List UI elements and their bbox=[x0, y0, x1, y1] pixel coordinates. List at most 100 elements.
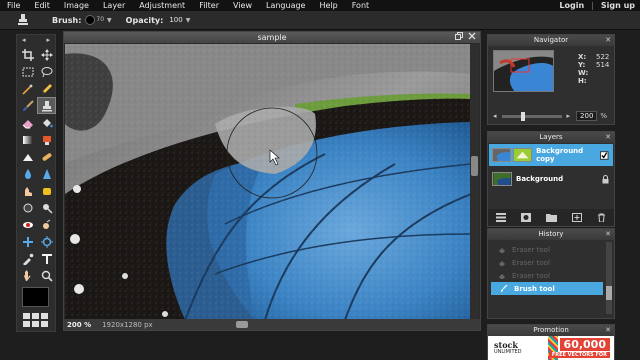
pinch-tool[interactable] bbox=[18, 233, 37, 250]
menu-layer[interactable]: Layer bbox=[96, 0, 132, 11]
delete-layer-icon[interactable] bbox=[597, 213, 606, 222]
foreground-color-swatch[interactable] bbox=[22, 287, 49, 307]
brush-history-icon bbox=[501, 285, 508, 292]
hand-icon bbox=[23, 269, 30, 281]
view-mode-grid-icon[interactable] bbox=[23, 313, 48, 327]
red-eye-tool[interactable] bbox=[18, 216, 37, 233]
zoom-in-tool[interactable] bbox=[37, 233, 56, 250]
h-label: H: bbox=[578, 77, 587, 85]
sharpen-tool[interactable] bbox=[37, 165, 56, 182]
marquee-tool[interactable] bbox=[18, 63, 37, 80]
close-document-icon[interactable] bbox=[468, 32, 476, 40]
crop-tool[interactable] bbox=[18, 46, 37, 63]
spot-heal-tool[interactable] bbox=[37, 148, 56, 165]
eraser-tool[interactable] bbox=[18, 114, 37, 131]
magic-wand-icon bbox=[21, 83, 33, 95]
signup-link[interactable]: Sign up bbox=[596, 1, 640, 10]
pencil-tool[interactable] bbox=[37, 80, 56, 97]
canvas-horizontal-scrollbar[interactable] bbox=[174, 321, 470, 328]
menu-view[interactable]: View bbox=[226, 0, 259, 11]
navigator-title: Navigator bbox=[533, 36, 569, 44]
dodge-tool[interactable] bbox=[37, 199, 56, 216]
color-replace-tool[interactable] bbox=[37, 131, 56, 148]
layer-visibility-checkbox[interactable] bbox=[600, 150, 609, 160]
document-title: sample bbox=[257, 33, 287, 42]
menu-font[interactable]: Font bbox=[345, 0, 376, 11]
bucket-tool[interactable] bbox=[37, 114, 56, 131]
y-value: 514 bbox=[596, 61, 610, 69]
brush-dropdown-icon[interactable]: ▼ bbox=[107, 17, 112, 24]
menu-language[interactable]: Language bbox=[259, 0, 312, 11]
brush-preview[interactable] bbox=[85, 15, 96, 25]
promotion-banner[interactable]: stock UNLIMITED 60,000 FREE VECTORS FOR bbox=[488, 336, 614, 360]
move-tool[interactable] bbox=[37, 46, 56, 63]
document-titlebar[interactable]: sample bbox=[64, 32, 480, 43]
zoom-slider[interactable] bbox=[501, 111, 562, 121]
brush-label: Brush: bbox=[52, 15, 82, 25]
menu-adjustment[interactable]: Adjustment bbox=[132, 0, 192, 11]
lasso-tool[interactable] bbox=[37, 63, 56, 80]
gradient-icon bbox=[22, 135, 33, 144]
sponge-tool[interactable] bbox=[37, 182, 56, 199]
layer-row[interactable]: Background copy bbox=[489, 144, 613, 166]
toolbox-collapse-right-icon[interactable]: ▸ bbox=[46, 35, 50, 45]
bloat-icon bbox=[42, 219, 50, 229]
zoom-slider-knob[interactable] bbox=[521, 111, 526, 121]
zoom-in-icon[interactable]: ▸ bbox=[567, 112, 571, 120]
smudge-tool[interactable] bbox=[18, 182, 37, 199]
layer-settings-icon[interactable] bbox=[495, 213, 506, 222]
document-zoom-readout[interactable]: 200 % bbox=[64, 321, 94, 329]
zoom-tool[interactable] bbox=[37, 267, 56, 284]
restore-window-icon[interactable] bbox=[455, 32, 463, 40]
wand-tool[interactable] bbox=[18, 80, 37, 97]
layer-mask-icon[interactable] bbox=[520, 213, 531, 222]
opacity-dropdown-icon[interactable]: ▼ bbox=[186, 17, 191, 24]
butterfly-wing-image[interactable] bbox=[65, 44, 471, 320]
text-tool[interactable] bbox=[37, 250, 56, 267]
w-label: W: bbox=[578, 69, 589, 77]
clone-stamp-tool[interactable] bbox=[37, 97, 56, 114]
drawing-tool[interactable] bbox=[18, 148, 37, 165]
close-promotion-icon[interactable]: ✕ bbox=[605, 325, 611, 336]
history-item[interactable]: Eraser tool bbox=[489, 269, 603, 282]
image-canvas[interactable] bbox=[65, 44, 471, 320]
brush-tool[interactable] bbox=[18, 97, 37, 114]
history-item[interactable]: Eraser tool bbox=[489, 256, 603, 269]
layer-row[interactable]: Background bbox=[489, 168, 613, 190]
pinch-cross-icon bbox=[22, 236, 33, 247]
navigator-zoom-input[interactable]: 200 bbox=[576, 111, 598, 121]
new-layer-icon[interactable] bbox=[572, 213, 583, 222]
bloat-tool[interactable] bbox=[37, 216, 56, 233]
menu-file[interactable]: File bbox=[0, 0, 27, 11]
burn-tool[interactable] bbox=[18, 199, 37, 216]
history-item-active[interactable]: Brush tool bbox=[491, 282, 603, 295]
menu-image[interactable]: Image bbox=[57, 0, 96, 11]
y-label: Y: bbox=[578, 61, 586, 69]
vertical-scroll-thumb[interactable] bbox=[471, 156, 478, 176]
gradient-tool[interactable] bbox=[18, 131, 37, 148]
menu-edit[interactable]: Edit bbox=[27, 0, 57, 11]
opacity-value[interactable]: 100 bbox=[169, 16, 182, 24]
horizontal-scroll-thumb[interactable] bbox=[236, 321, 248, 328]
close-navigator-icon[interactable]: ✕ bbox=[605, 35, 611, 46]
eyedropper-tool[interactable] bbox=[18, 250, 37, 267]
close-layers-icon[interactable]: ✕ bbox=[605, 132, 611, 143]
menu-filter[interactable]: Filter bbox=[192, 0, 226, 11]
toolbox-collapse-left-icon[interactable]: ◂ bbox=[22, 35, 26, 45]
hand-tool[interactable] bbox=[18, 267, 37, 284]
blur-tool[interactable] bbox=[18, 165, 37, 182]
navigator-header[interactable]: Navigator ✕ bbox=[488, 35, 614, 46]
login-link[interactable]: Login bbox=[554, 1, 589, 10]
close-history-icon[interactable]: ✕ bbox=[605, 229, 611, 240]
history-header[interactable]: History ✕ bbox=[488, 229, 614, 240]
menu-help[interactable]: Help bbox=[312, 0, 344, 11]
history-scrollbar[interactable] bbox=[606, 242, 612, 314]
new-folder-icon[interactable] bbox=[545, 213, 557, 222]
history-item[interactable]: Eraser tool bbox=[489, 243, 603, 256]
navigator-thumbnail[interactable] bbox=[493, 50, 554, 92]
history-scroll-thumb[interactable] bbox=[606, 286, 612, 300]
color-replace-icon bbox=[42, 135, 51, 145]
zoom-out-icon[interactable]: ◂ bbox=[493, 112, 497, 120]
canvas-vertical-scrollbar[interactable] bbox=[470, 44, 479, 320]
layers-header[interactable]: Layers ✕ bbox=[488, 132, 614, 143]
